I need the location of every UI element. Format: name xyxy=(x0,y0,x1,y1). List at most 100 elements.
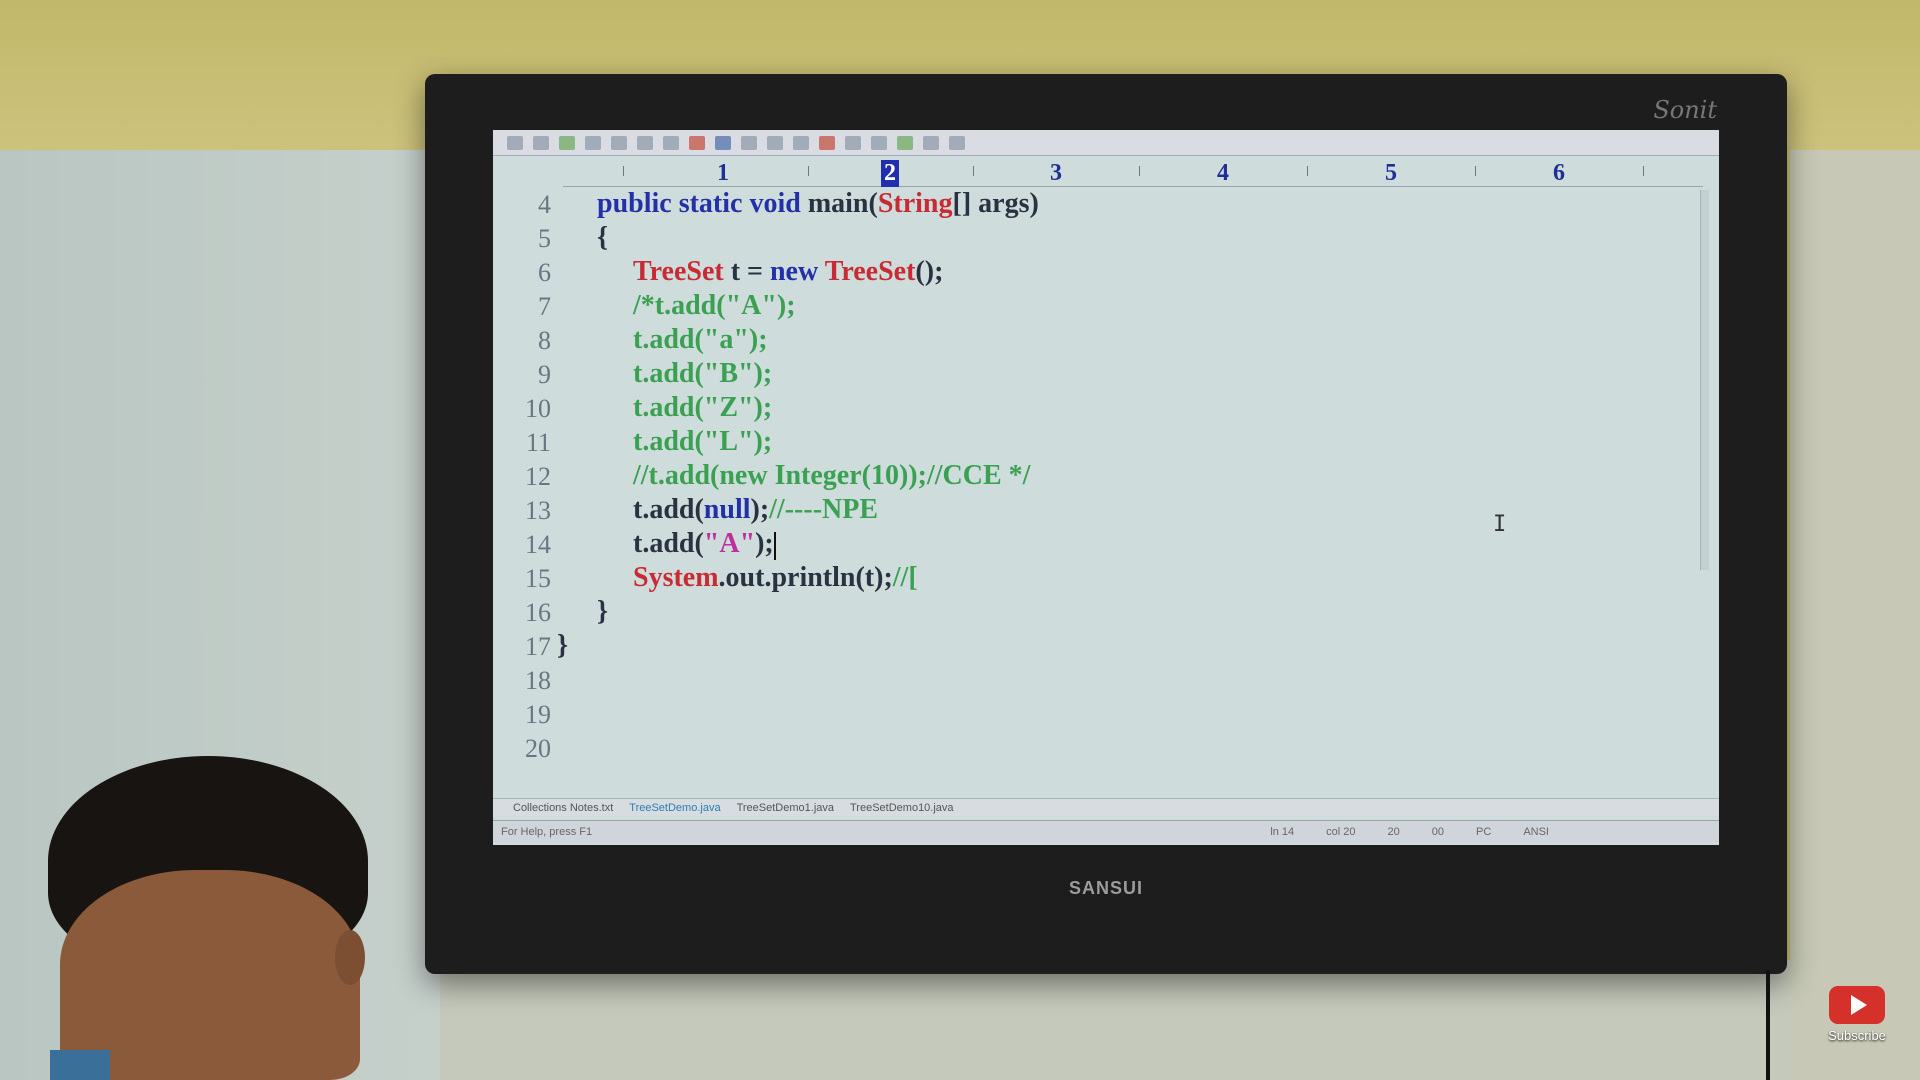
ruler-tick xyxy=(973,166,974,176)
type-name: TreeSet xyxy=(633,256,724,287)
ruler-tick xyxy=(1475,166,1476,176)
tv-cable xyxy=(1766,970,1770,1080)
presenter-face xyxy=(60,870,360,1080)
code-line-11: t.add("L"); xyxy=(633,426,773,457)
ruler-tick xyxy=(808,166,809,176)
status-line: ln 14 xyxy=(1270,825,1295,838)
help-icon[interactable] xyxy=(949,135,965,150)
code-line-17: } xyxy=(557,630,569,661)
tab-treesetdemo1[interactable]: TreeSetDemo1.java xyxy=(737,802,834,814)
open-folder-icon[interactable] xyxy=(533,135,549,150)
code-line-9: t.add("B"); xyxy=(633,358,773,389)
code-line-13: t.add(null);//----NPE xyxy=(633,494,878,526)
tab-treesetdemo[interactable]: TreeSetDemo.java xyxy=(629,802,720,814)
view-icon[interactable] xyxy=(871,135,887,150)
line-number: 10 xyxy=(525,394,551,423)
code-token: ); xyxy=(755,528,774,559)
window-icon[interactable] xyxy=(923,135,939,150)
status-field-a: 20 xyxy=(1387,825,1400,838)
line-number: 6 xyxy=(538,258,551,287)
line-number: 16 xyxy=(525,598,551,627)
ruler-number: 3 xyxy=(1050,160,1062,186)
code-line-5: { xyxy=(597,222,609,253)
editor-toolbar xyxy=(493,130,1719,156)
code-token: t.add( xyxy=(633,528,704,559)
comment: //[ xyxy=(892,562,918,593)
code-line-16: } xyxy=(597,596,609,627)
copy-icon[interactable] xyxy=(637,135,653,150)
line-number: 19 xyxy=(525,700,551,729)
youtube-play-icon xyxy=(1829,986,1885,1024)
ruler-tick xyxy=(1643,166,1644,176)
line-number: 15 xyxy=(525,564,551,593)
font-icon[interactable] xyxy=(819,135,835,150)
line-number: 20 xyxy=(525,734,551,763)
line-number: 14 xyxy=(525,530,551,559)
string-literal: "A" xyxy=(703,528,756,559)
status-encoding: ANSI xyxy=(1523,825,1549,838)
line-number: 9 xyxy=(538,360,551,389)
column-ruler: 1 2 3 4 5 6 xyxy=(563,156,1703,187)
status-column: col 20 xyxy=(1326,825,1356,838)
ruler-number: 4 xyxy=(1217,160,1229,186)
line-number: 12 xyxy=(525,462,551,491)
line-number: 11 xyxy=(525,428,551,457)
presenter-ear xyxy=(335,930,365,985)
type-name: System xyxy=(633,562,719,593)
ruler-number: 1 xyxy=(717,160,729,186)
document-tabs: Collections Notes.txt TreeSetDemo.java T… xyxy=(493,798,1719,816)
print-icon[interactable] xyxy=(585,135,601,150)
code-editor[interactable]: 4 5 6 7 8 9 10 11 12 13 14 15 16 17 18 1… xyxy=(493,188,1719,785)
code-text[interactable]: public static void main(String[] args) {… xyxy=(557,188,1699,785)
ruler-tick xyxy=(1307,166,1308,176)
status-field-b: 00 xyxy=(1431,825,1445,838)
line-number-gutter: 4 5 6 7 8 9 10 11 12 13 14 15 16 17 18 1… xyxy=(493,190,551,785)
code-line-10: t.add("Z"); xyxy=(633,392,773,423)
save-icon[interactable] xyxy=(559,135,575,150)
subscribe-label: Subscribe xyxy=(1828,1028,1886,1043)
line-number: 18 xyxy=(525,666,551,695)
ruler-number: 6 xyxy=(1553,160,1565,186)
subscribe-button[interactable]: Subscribe xyxy=(1826,986,1888,1043)
cut-icon[interactable] xyxy=(611,135,627,150)
paste-icon[interactable] xyxy=(663,135,679,150)
wordwrap-icon[interactable] xyxy=(845,135,861,150)
code-line-6: TreeSet t = new TreeSet(); xyxy=(633,256,943,288)
status-bar: For Help, press F1 ln 14 col 20 20 00 PC… xyxy=(493,820,1719,842)
code-line-15: System.out.println(t);//[ xyxy=(633,562,918,594)
line-number: 8 xyxy=(538,326,551,355)
code-line-7: /*t.add("A"); xyxy=(633,290,796,321)
spellcheck-icon[interactable] xyxy=(897,135,913,150)
presenter-shirt xyxy=(50,1050,110,1080)
code-line-4: public static void main(String[] args) xyxy=(597,188,1039,220)
type-name: TreeSet xyxy=(824,256,916,287)
ruler-tick xyxy=(1139,166,1140,176)
line-number: 5 xyxy=(538,224,551,253)
code-line-12: //t.add(new Integer(10));//CCE */ xyxy=(633,460,1031,491)
tv-brand-label: SANSUI xyxy=(1068,878,1143,898)
code-token: .out.println(t); xyxy=(718,562,893,593)
delete-icon[interactable] xyxy=(689,135,705,150)
tab-treesetdemo10[interactable]: TreeSetDemo10.java xyxy=(850,802,954,814)
new-file-icon[interactable] xyxy=(507,135,523,150)
keyword: new xyxy=(769,256,819,287)
undo-icon[interactable] xyxy=(715,135,731,150)
tab-collections-notes[interactable]: Collections Notes.txt xyxy=(513,802,613,814)
code-token: (); xyxy=(915,256,944,287)
line-number: 13 xyxy=(525,496,551,525)
redo-icon[interactable] xyxy=(741,135,757,150)
find-icon[interactable] xyxy=(767,135,783,150)
line-number: 4 xyxy=(538,190,551,219)
type-name: String xyxy=(877,188,953,219)
keyword: public static void xyxy=(597,188,808,219)
comment: //----NPE xyxy=(769,494,879,525)
status-mode: PC xyxy=(1476,825,1492,838)
keyword: null xyxy=(703,494,751,525)
ruler-number: 5 xyxy=(1385,160,1397,186)
wall-panel-bottom xyxy=(440,960,1790,1080)
text-cursor xyxy=(773,531,776,560)
wall-panel-right xyxy=(1790,150,1920,1080)
replace-icon[interactable] xyxy=(793,135,809,150)
code-token: ); xyxy=(750,494,770,525)
code-token: t = xyxy=(723,256,770,287)
